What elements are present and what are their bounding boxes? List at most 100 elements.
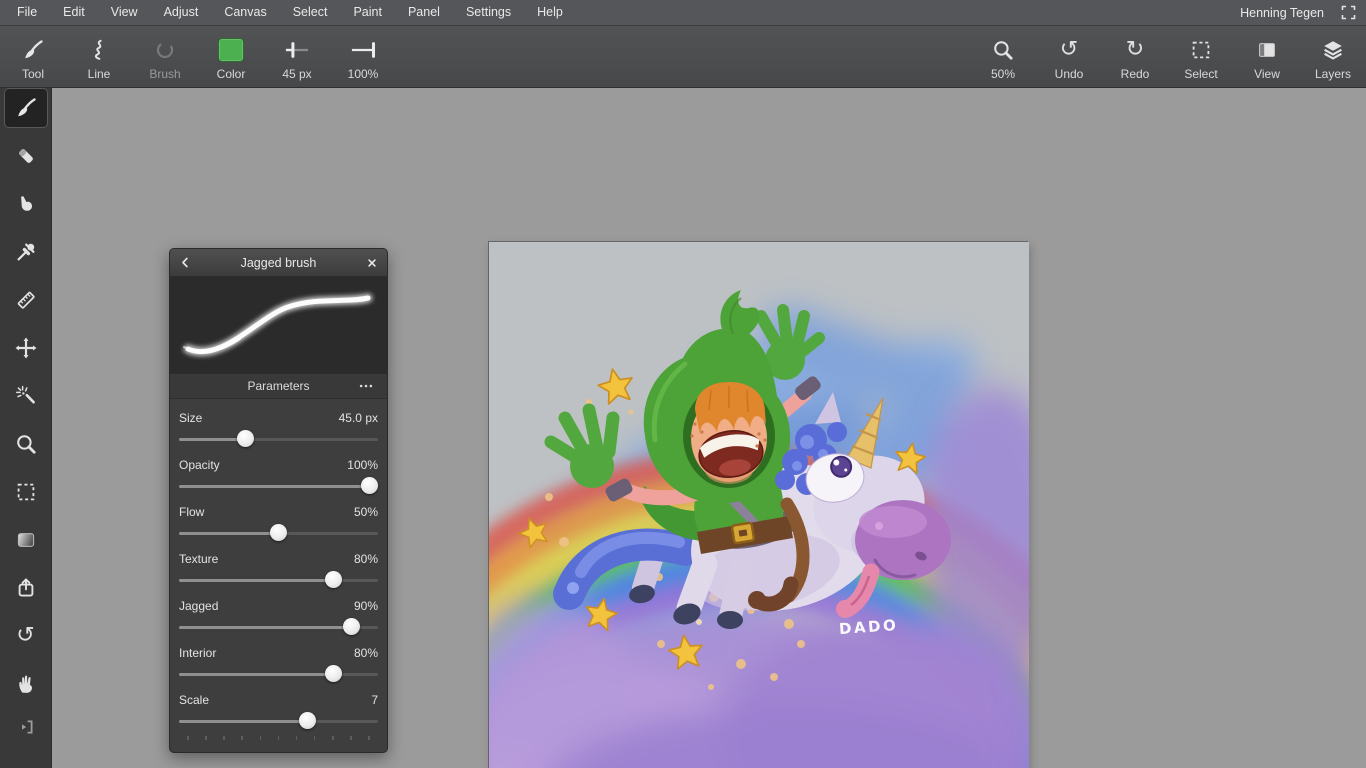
magnifier-icon — [14, 432, 38, 456]
toolbar-size-label: 45 px — [282, 67, 311, 81]
gradient-icon — [14, 528, 38, 552]
toolbar-opacity-button[interactable]: 100% — [330, 26, 396, 87]
layers-icon — [1321, 38, 1345, 62]
menu-item-file[interactable]: File — [4, 0, 50, 25]
smudge-icon — [14, 192, 38, 216]
toolbar-select-icon-area — [1189, 34, 1213, 66]
slider-opacity-track[interactable] — [179, 476, 378, 496]
menu-item-panel[interactable]: Panel — [395, 0, 453, 25]
slider-opacity-handle[interactable] — [361, 477, 378, 494]
sidebar-tool-rotate[interactable]: ↺ — [4, 616, 48, 656]
brush-panel-header[interactable]: Jagged brush — [170, 249, 387, 277]
toolbar-brush-button[interactable]: Brush — [132, 26, 198, 87]
toolbar-zoom-button[interactable]: 50% — [970, 26, 1036, 87]
slider-size-track[interactable] — [179, 429, 378, 449]
toolbar-size-button[interactable]: 45 px — [264, 26, 330, 87]
slider-scale-handle[interactable] — [299, 712, 316, 729]
slider-value: 80% — [354, 552, 378, 566]
slider-value: 7 — [371, 693, 378, 707]
slider-interior: Interior80% — [179, 646, 378, 684]
sidebar-footer — [0, 707, 52, 755]
toolbar: Tool Line Brush Color 45 px 100% 50% ↺ Undo ↻Red… — [0, 26, 1366, 88]
panel-back-button[interactable] — [170, 255, 200, 270]
sidebar-tool-color-picker[interactable] — [4, 232, 48, 272]
toolbar-opacity-icon-area — [349, 34, 377, 66]
toolbar-line-label: Line — [88, 67, 111, 81]
slider-label: Jagged — [179, 599, 218, 613]
sidebar-tool-brush[interactable] — [4, 88, 48, 128]
sidebar-tool-zoom[interactable] — [4, 424, 48, 464]
menu-item-paint[interactable]: Paint — [340, 0, 395, 25]
toolbar-tool-button[interactable]: Tool — [0, 26, 66, 87]
slider-texture-track[interactable] — [179, 570, 378, 590]
tool-sidebar: ↺ — [0, 88, 52, 768]
sidebar-tool-pan[interactable] — [4, 664, 48, 704]
parameters-menu-button[interactable] — [357, 378, 379, 394]
menu-item-select[interactable]: Select — [280, 0, 341, 25]
slider-jagged: Jagged90% — [179, 599, 378, 637]
menu-item-edit[interactable]: Edit — [50, 0, 98, 25]
sidebar-tool-smudge[interactable] — [4, 184, 48, 224]
canvas-artwork: DADO — [489, 242, 1029, 768]
toolbar-select-button[interactable]: Select — [1168, 26, 1234, 87]
sidebar-collapse-panel-button[interactable] — [4, 707, 48, 747]
toolbar-brush-label: Brush — [149, 67, 180, 81]
toolbar-view-icon-area — [1255, 34, 1279, 66]
brush-stroke-image — [170, 277, 387, 374]
sidebar-tool-ruler[interactable] — [4, 280, 48, 320]
toolbar-line-button[interactable]: Line — [66, 26, 132, 87]
sidebar-tool-eraser[interactable] — [4, 136, 48, 176]
brush-panel: Jagged brush Parameters Size45.0 pxOpaci… — [169, 248, 388, 753]
brush-panel-title: Jagged brush — [200, 256, 357, 270]
line-squiggle-icon — [87, 38, 111, 62]
toolbar-color-button[interactable]: Color — [198, 26, 264, 87]
rotate-ccw-icon: ↺ — [16, 625, 34, 647]
slider-jagged-track[interactable] — [179, 617, 378, 637]
canvas[interactable]: DADO — [489, 242, 1029, 768]
toolbar-undo-label: Undo — [1055, 67, 1084, 81]
slider-label: Size — [179, 411, 202, 425]
toolbar-layers-label: Layers — [1315, 67, 1351, 81]
menu-item-adjust[interactable]: Adjust — [151, 0, 212, 25]
toolbar-view-button[interactable]: View — [1234, 26, 1300, 87]
slider-size-handle[interactable] — [237, 430, 254, 447]
redo-icon: ↻ — [1126, 39, 1144, 61]
toolbar-size-icon-area — [283, 34, 311, 66]
parameters-title: Parameters — [247, 379, 309, 393]
toolbar-redo-button[interactable]: ↻Redo — [1102, 26, 1168, 87]
slider-texture-handle[interactable] — [325, 571, 342, 588]
slider-interior-track[interactable] — [179, 664, 378, 684]
collapse-panel-icon — [14, 715, 38, 739]
sidebar-tool-gradient[interactable] — [4, 520, 48, 560]
menu-item-canvas[interactable]: Canvas — [211, 0, 279, 25]
toolbar-color-icon-area — [218, 34, 244, 66]
sidebar-tools: ↺ — [0, 88, 51, 712]
toolbar-layers-button[interactable]: Layers — [1300, 26, 1366, 87]
user-name[interactable]: Henning Tegen — [1240, 6, 1324, 20]
toolbar-undo-button[interactable]: ↺ Undo — [1036, 26, 1102, 87]
menu-item-help[interactable]: Help — [524, 0, 576, 25]
panel-close-button[interactable] — [357, 256, 387, 270]
toolbar-undo-icon-area: ↺ — [1060, 34, 1078, 66]
sidebar-tool-export[interactable] — [4, 568, 48, 608]
menu-bar-items: FileEditViewAdjustCanvasSelectPaintPanel… — [0, 0, 576, 25]
marquee-icon — [14, 480, 38, 504]
slider-scale-track[interactable] — [179, 711, 378, 731]
sidebar-tool-magic-wand[interactable] — [4, 376, 48, 416]
menu-item-settings[interactable]: Settings — [453, 0, 524, 25]
sidebar-tool-move[interactable] — [4, 328, 48, 368]
slider-tick-marks — [179, 736, 378, 740]
slider-flow-track[interactable] — [179, 523, 378, 543]
slider-jagged-handle[interactable] — [343, 618, 360, 635]
sidebar-tool-select[interactable] — [4, 472, 48, 512]
close-icon — [365, 256, 379, 270]
menu-item-view[interactable]: View — [98, 0, 151, 25]
slider-low-icon — [283, 36, 311, 64]
eraser-icon — [14, 144, 38, 168]
slider-flow-handle[interactable] — [270, 524, 287, 541]
fullscreen-button[interactable] — [1338, 3, 1358, 23]
marquee-icon — [1189, 38, 1213, 62]
brush-icon — [14, 96, 38, 120]
undo-icon: ↺ — [1060, 39, 1078, 61]
slider-interior-handle[interactable] — [325, 665, 342, 682]
